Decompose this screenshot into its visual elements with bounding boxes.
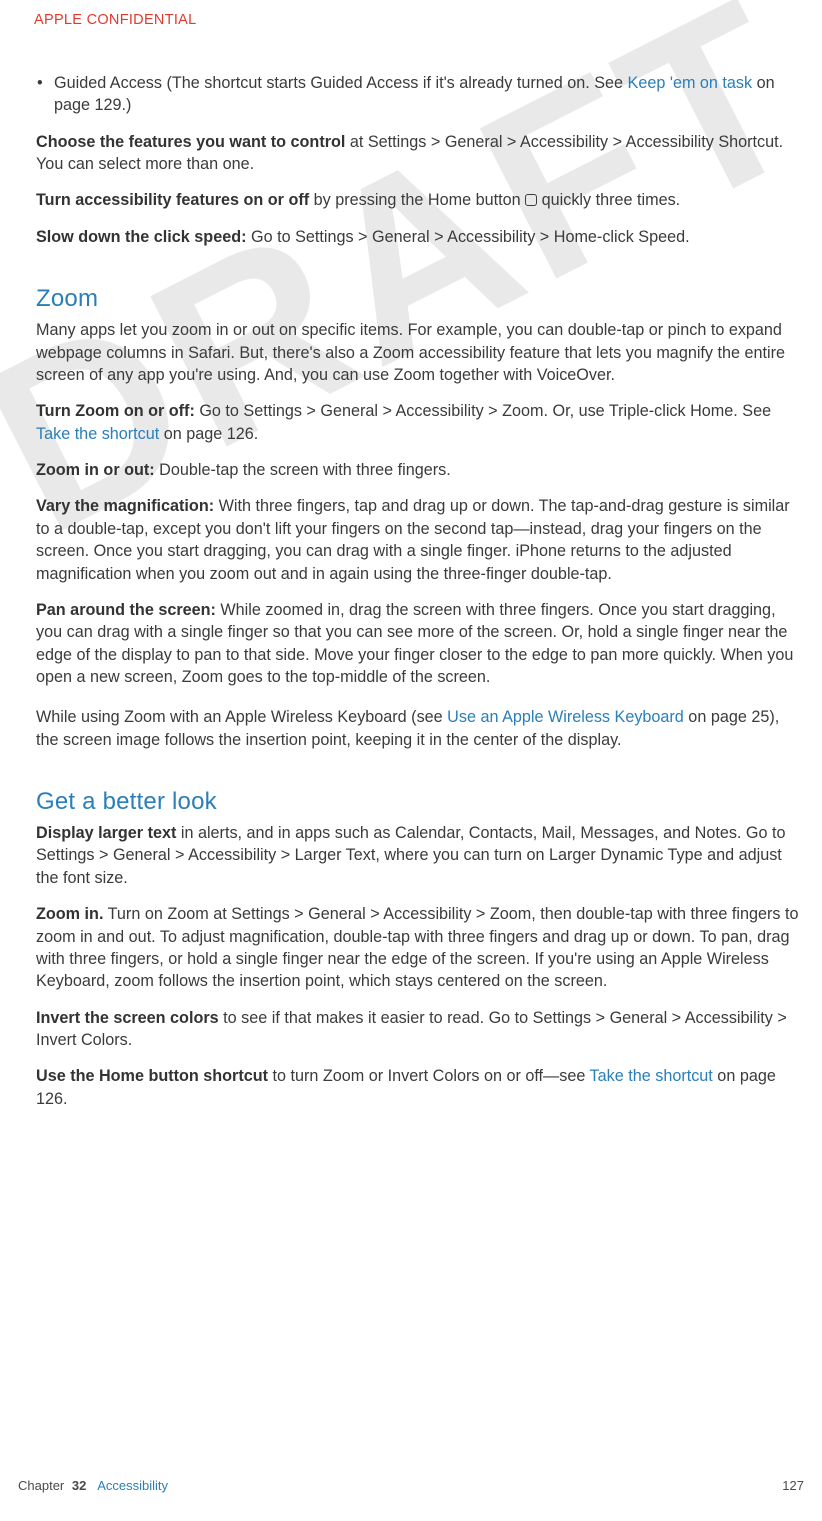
footer-chapter: Chapter 32 Accessibility	[18, 1478, 168, 1493]
paragraph: Use the Home button shortcut to turn Zoo…	[36, 1065, 806, 1110]
bullet-list: Guided Access (The shortcut starts Guide…	[36, 72, 806, 117]
paragraph: Slow down the click speed: Go to Setting…	[36, 226, 806, 248]
body-text: Guided Access (The shortcut starts Guide…	[54, 74, 628, 92]
bold-label: Slow down the click speed:	[36, 228, 246, 246]
body-text: Turn on Zoom at Settings > General > Acc…	[36, 905, 799, 990]
paragraph: Vary the magnification: With three finge…	[36, 495, 806, 584]
home-button-icon	[525, 194, 537, 206]
section-heading-get-a-better-look: Get a better look	[36, 785, 806, 818]
link-take-the-shortcut[interactable]: Take the shortcut	[590, 1067, 713, 1085]
confidential-header: APPLE CONFIDENTIAL	[34, 12, 822, 28]
paragraph: Zoom in or out: Double-tap the screen wi…	[36, 459, 806, 481]
body-text: While using Zoom with an Apple Wireless …	[36, 708, 447, 726]
bold-label: Zoom in.	[36, 905, 103, 923]
list-item: Guided Access (The shortcut starts Guide…	[36, 72, 806, 117]
page: DRAFT APPLE CONFIDENTIAL Guided Access (…	[0, 0, 822, 1521]
bold-label: Choose the features you want to control	[36, 133, 345, 151]
paragraph: Turn accessibility features on or off by…	[36, 189, 806, 211]
paragraph: Many apps let you zoom in or out on spec…	[36, 319, 806, 386]
bold-label: Turn Zoom on or off:	[36, 402, 195, 420]
bold-label: Display larger text	[36, 824, 176, 842]
link-take-the-shortcut[interactable]: Take the shortcut	[36, 425, 159, 443]
link-apple-wireless-keyboard[interactable]: Use an Apple Wireless Keyboard	[447, 708, 684, 726]
footer-chapter-title: Accessibility	[97, 1478, 168, 1493]
body-text: Go to Settings > General > Accessibility…	[195, 402, 771, 420]
bold-label: Vary the magnification:	[36, 497, 214, 515]
page-content: Guided Access (The shortcut starts Guide…	[36, 72, 806, 1110]
body-text: to turn Zoom or Invert Colors on or off—…	[268, 1067, 590, 1085]
bold-label: Invert the screen colors	[36, 1009, 219, 1027]
paragraph: Zoom in. Turn on Zoom at Settings > Gene…	[36, 903, 806, 992]
footer-chapter-number: 32	[72, 1478, 86, 1493]
footer-chapter-label: Chapter	[18, 1478, 64, 1493]
body-text: Go to Settings > General > Accessibility…	[246, 228, 689, 246]
paragraph: Invert the screen colors to see if that …	[36, 1007, 806, 1052]
body-text: on page 126.	[159, 425, 258, 443]
section-heading-zoom: Zoom	[36, 282, 806, 315]
bold-label: Use the Home button shortcut	[36, 1067, 268, 1085]
body-text: Double-tap the screen with three fingers…	[155, 461, 451, 479]
paragraph: Choose the features you want to control …	[36, 131, 806, 176]
body-text: by pressing the Home button	[309, 191, 525, 209]
paragraph: Pan around the screen: While zoomed in, …	[36, 599, 806, 688]
bold-label: Zoom in or out:	[36, 461, 155, 479]
bold-label: Pan around the screen:	[36, 601, 216, 619]
paragraph: Display larger text in alerts, and in ap…	[36, 822, 806, 889]
paragraph: While using Zoom with an Apple Wireless …	[36, 706, 806, 751]
link-keep-em-on-task[interactable]: Keep 'em on task	[628, 74, 753, 92]
paragraph: Turn Zoom on or off: Go to Settings > Ge…	[36, 400, 806, 445]
footer-page-number: 127	[782, 1478, 804, 1493]
page-footer: Chapter 32 Accessibility 127	[18, 1478, 804, 1493]
body-text: quickly three times.	[537, 191, 680, 209]
bold-label: Turn accessibility features on or off	[36, 191, 309, 209]
